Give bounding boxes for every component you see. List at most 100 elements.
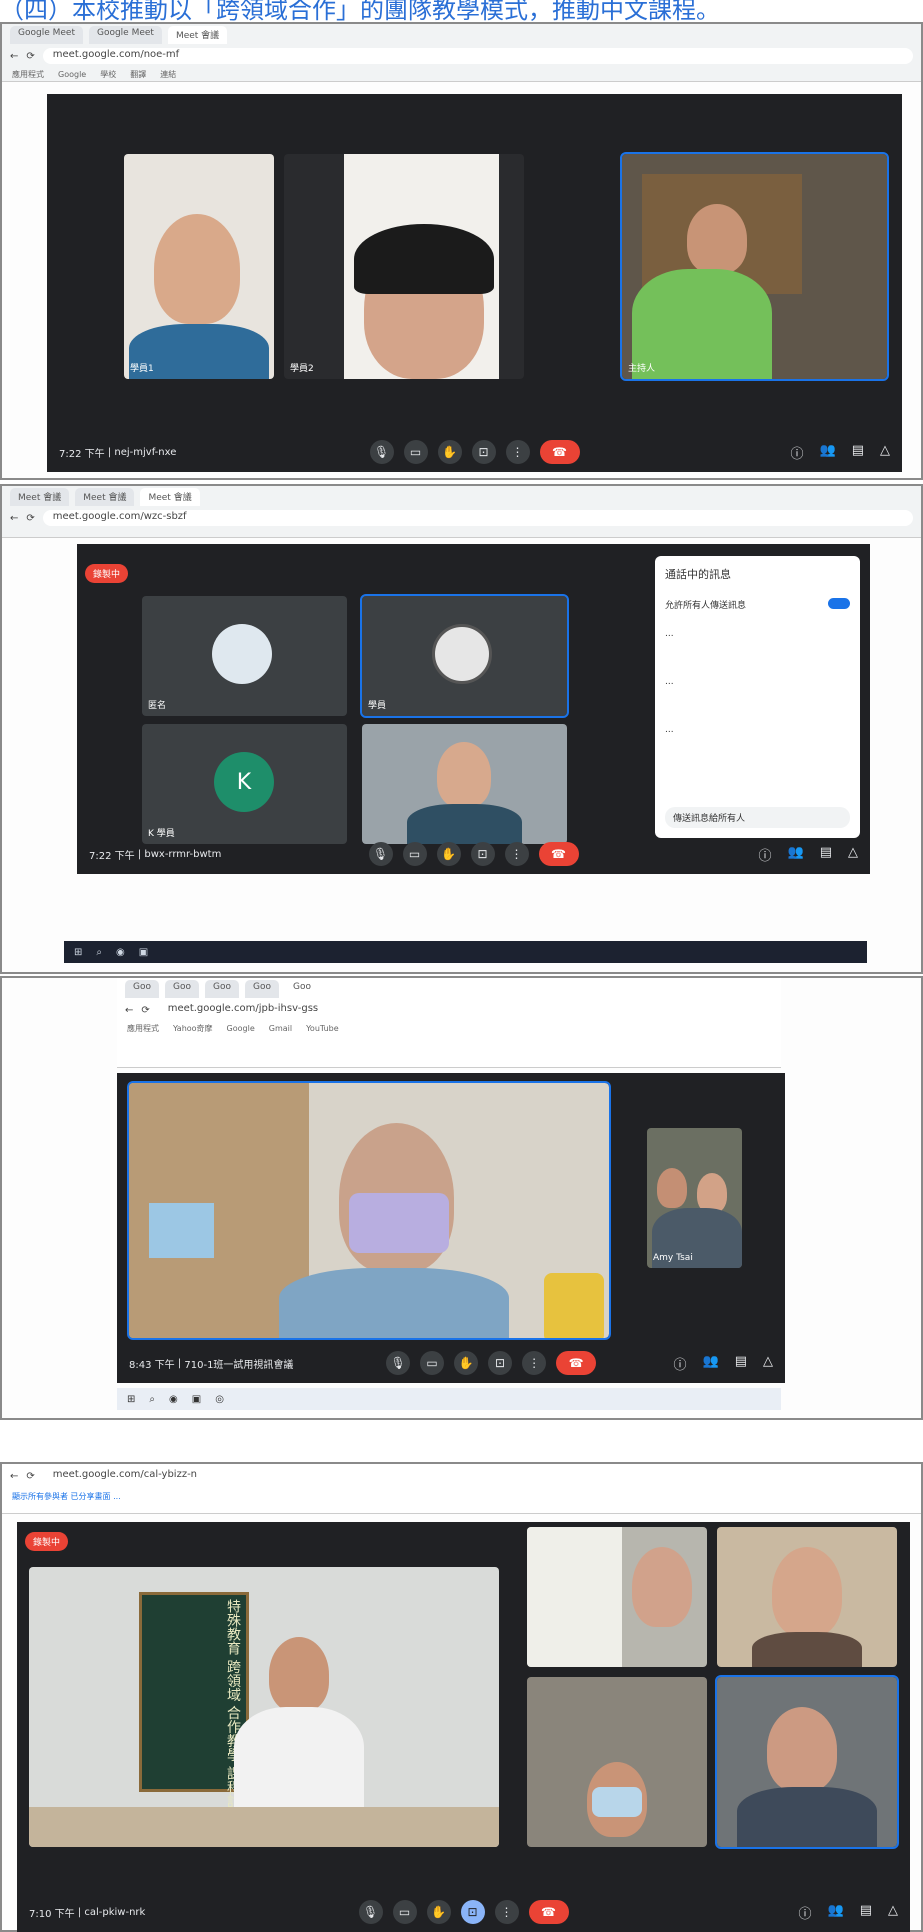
address-bar[interactable]: meet.google.com/cal-ybizz-n: [42, 1468, 913, 1484]
chat-icon[interactable]: ▤: [735, 1354, 747, 1373]
more-icon[interactable]: ⋮: [504, 842, 529, 866]
info-icon[interactable]: ⓘ: [799, 1903, 812, 1922]
chat-input[interactable]: 傳送訊息給所有人: [665, 807, 850, 828]
video-tile-selected[interactable]: 學員: [360, 594, 569, 718]
browser-tab[interactable]: Goo: [165, 980, 199, 998]
video-tile[interactable]: 學員1: [124, 154, 274, 379]
browser-tab[interactable]: Goo: [245, 980, 279, 998]
browser-tab[interactable]: Meet 會議: [140, 488, 200, 506]
browser-tab[interactable]: Google Meet: [88, 26, 162, 44]
activities-icon[interactable]: △: [880, 443, 890, 462]
present-icon[interactable]: ⊡: [488, 1351, 513, 1375]
people-icon[interactable]: 👥: [703, 1354, 719, 1373]
more-icon[interactable]: ⋮: [522, 1351, 547, 1375]
people-icon[interactable]: 👥: [828, 1903, 844, 1922]
bookmark[interactable]: 連結: [160, 69, 176, 80]
video-tile-selected[interactable]: [715, 1675, 899, 1849]
video-tile[interactable]: 特殊教育 跨領域 合作教學 課程討論: [29, 1567, 499, 1847]
activities-icon[interactable]: △: [888, 1903, 898, 1922]
camera-icon[interactable]: ▭: [402, 842, 427, 866]
reload-icon[interactable]: ⟳: [141, 1005, 149, 1016]
start-icon[interactable]: ⊞: [127, 1394, 135, 1405]
camera-icon[interactable]: ▭: [403, 440, 428, 464]
activities-icon[interactable]: △: [848, 845, 858, 864]
mic-icon[interactable]: 🎙: [358, 1900, 383, 1924]
activities-icon[interactable]: △: [763, 1354, 773, 1373]
chrome-icon[interactable]: ◉: [169, 1394, 178, 1405]
end-call-button[interactable]: ☎: [528, 1900, 569, 1924]
back-icon[interactable]: ←: [10, 513, 18, 524]
video-tile[interactable]: 匿名: [142, 596, 347, 716]
search-icon[interactable]: ⌕: [96, 947, 102, 958]
info-icon[interactable]: ⓘ: [791, 443, 804, 462]
info-icon[interactable]: ⓘ: [674, 1354, 687, 1373]
bookmark[interactable]: 應用程式: [12, 69, 44, 80]
bookmark[interactable]: YouTube: [306, 1024, 339, 1033]
camera-icon[interactable]: ▭: [392, 1900, 417, 1924]
hand-icon[interactable]: ✋: [436, 842, 461, 866]
bookmark[interactable]: Yahoo奇摩: [173, 1023, 213, 1034]
video-tile[interactable]: [527, 1677, 707, 1847]
browser-tab[interactable]: Google Meet: [10, 26, 83, 44]
back-icon[interactable]: ←: [10, 1471, 18, 1482]
start-icon[interactable]: ⊞: [74, 947, 82, 958]
chat-icon[interactable]: ▤: [820, 845, 832, 864]
info-icon[interactable]: ⓘ: [759, 845, 772, 864]
video-tile[interactable]: K K 學員: [142, 724, 347, 844]
back-icon[interactable]: ←: [10, 51, 18, 62]
end-call-button[interactable]: ☎: [556, 1351, 597, 1375]
browser-tab[interactable]: Meet 會議: [167, 26, 228, 44]
back-icon[interactable]: ←: [125, 1005, 133, 1016]
camera-icon[interactable]: ▭: [420, 1351, 445, 1375]
mic-icon[interactable]: 🎙: [386, 1351, 411, 1375]
video-tile[interactable]: [527, 1527, 707, 1667]
chrome-icon[interactable]: ◉: [116, 947, 125, 958]
present-icon[interactable]: ⊡: [471, 440, 496, 464]
page-title: （四）本校推動以「跨領域合作」的團隊教學模式，推動中文課程。: [0, 0, 720, 22]
bookmark[interactable]: 應用程式: [127, 1023, 159, 1034]
mic-icon[interactable]: 🎙: [368, 842, 393, 866]
edge-icon[interactable]: ◎: [215, 1394, 224, 1405]
browser-tab[interactable]: Goo: [125, 980, 159, 998]
hand-icon[interactable]: ✋: [454, 1351, 479, 1375]
chat-icon[interactable]: ▤: [860, 1903, 872, 1922]
address-bar[interactable]: meet.google.com/noe-mf: [42, 48, 913, 64]
browser-tab[interactable]: Meet 會議: [10, 488, 70, 506]
browser-tab[interactable]: Meet 會議: [75, 488, 135, 506]
video-tile[interactable]: [717, 1527, 897, 1667]
bookmark[interactable]: Google: [227, 1024, 255, 1033]
more-icon[interactable]: ⋮: [505, 440, 530, 464]
hand-icon[interactable]: ✋: [437, 440, 462, 464]
folder-icon[interactable]: ▣: [139, 947, 148, 958]
bookmark[interactable]: Google: [58, 70, 86, 79]
reload-icon[interactable]: ⟳: [26, 1471, 34, 1482]
address-bar[interactable]: meet.google.com/wzc-sbzf: [42, 510, 913, 526]
browser-tab[interactable]: Goo: [205, 980, 239, 998]
address-bar[interactable]: meet.google.com/jpb-ihsv-gss: [157, 1002, 773, 1018]
reload-icon[interactable]: ⟳: [26, 513, 34, 524]
search-icon[interactable]: ⌕: [149, 1394, 155, 1405]
video-tile-selected[interactable]: [127, 1081, 611, 1340]
present-icon[interactable]: ⊡: [470, 842, 495, 866]
video-tile[interactable]: Amy Tsai: [647, 1128, 742, 1268]
chat-icon[interactable]: ▤: [852, 443, 864, 462]
bookmark[interactable]: 學校: [100, 69, 116, 80]
bookmark[interactable]: 翻譯: [130, 69, 146, 80]
allow-messages-toggle[interactable]: 允許所有人傳送訊息: [665, 598, 850, 611]
video-tile-selected[interactable]: 主持人: [620, 152, 889, 381]
reload-icon[interactable]: ⟳: [26, 51, 34, 62]
browser-tab[interactable]: Goo: [285, 980, 319, 998]
people-icon[interactable]: 👥: [820, 443, 836, 462]
hand-icon[interactable]: ✋: [426, 1900, 451, 1924]
bookmark[interactable]: Gmail: [269, 1024, 292, 1033]
people-icon[interactable]: 👥: [788, 845, 804, 864]
mic-icon[interactable]: 🎙: [369, 440, 394, 464]
screenshot-panel-4: ← ⟳ meet.google.com/cal-ybizz-n 顯示所有參與者 已分…: [0, 1462, 923, 1932]
present-icon[interactable]: ⊡: [460, 1900, 485, 1924]
video-tile[interactable]: [362, 724, 567, 844]
end-call-button[interactable]: ☎: [539, 440, 580, 464]
video-tile[interactable]: 學員2: [284, 154, 524, 379]
more-icon[interactable]: ⋮: [494, 1900, 519, 1924]
end-call-button[interactable]: ☎: [538, 842, 579, 866]
folder-icon[interactable]: ▣: [192, 1394, 201, 1405]
